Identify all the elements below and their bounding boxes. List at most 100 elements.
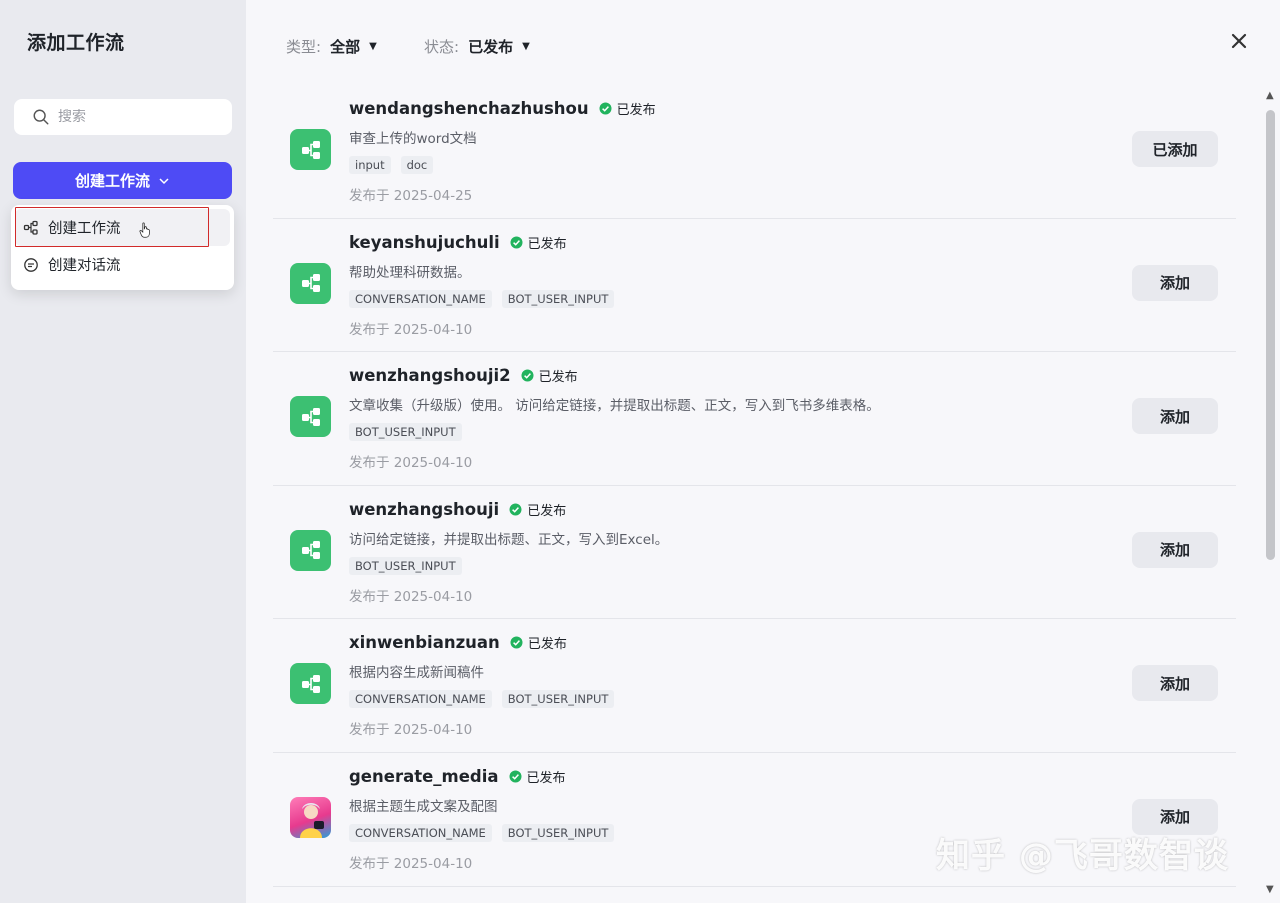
watermark: 知乎 @飞哥数智谈	[936, 836, 1229, 876]
status-badge: 已发布	[509, 767, 566, 786]
add-button[interactable]: 已添加	[1132, 131, 1218, 167]
workflow-description: 帮助处理科研数据。	[349, 264, 471, 281]
workflow-icon	[290, 262, 331, 304]
workflow-name-line: wenzhangshouji2 已发布	[349, 366, 578, 385]
workflow-name: xinwenbianzuan	[349, 633, 500, 653]
param-tags: input doc	[349, 156, 434, 174]
workflow-name-line: wenzhangshouji 已发布	[349, 500, 566, 519]
status-badge: 已发布	[509, 500, 566, 519]
caret-down-icon: ▼	[522, 41, 530, 52]
check-circle-icon	[510, 236, 523, 249]
publish-date: 发布于 2025-04-10	[349, 321, 473, 338]
workflow-name-line: generate_media 已发布	[349, 767, 566, 786]
create-workflow-button[interactable]: 创建工作流	[13, 162, 232, 199]
workflow-name: wenzhangshouji2	[349, 366, 511, 386]
publish-date: 发布于 2025-04-10	[349, 855, 473, 872]
scrollbar-thumb[interactable]	[1266, 110, 1275, 560]
publish-date: 发布于 2025-04-10	[349, 455, 473, 472]
workflow-row[interactable]: xinwenbianzuan 已发布 根据内容生成新闻稿件 CONVERSATI…	[273, 619, 1236, 753]
check-circle-icon	[521, 369, 534, 382]
status-text: 已发布	[527, 637, 567, 653]
dialog-title: 添加工作流	[27, 32, 125, 54]
param-tags: CONVERSATION_NAME BOT_USER_INPUT	[349, 823, 615, 842]
param-tag: BOT_USER_INPUT	[501, 690, 615, 709]
param-tag: BOT_USER_INPUT	[501, 289, 615, 308]
workflow-name: keyanshujuchuli	[349, 232, 500, 252]
workflow-name-line: xinwenbianzuan 已发布	[349, 633, 567, 652]
add-button[interactable]: 添加	[1132, 665, 1218, 702]
workflow-description: 审查上传的word文档	[349, 131, 477, 147]
workflow-name: wendangshenchazhushou	[349, 99, 589, 118]
param-tag: CONVERSATION_NAME	[349, 289, 492, 308]
workflow-list: wendangshenchazhushou 已发布 审查上传的word文档 in…	[273, 85, 1236, 887]
param-tag: doc	[400, 156, 434, 174]
workflow-row[interactable]: wenzhangshouji2 已发布 文章收集（升级版）使用。 访问给定链接，…	[273, 352, 1236, 486]
check-circle-icon	[510, 636, 523, 649]
workflow-icon	[290, 529, 331, 571]
type-filter-label: 类型:	[286, 38, 322, 56]
status-filter[interactable]: 状态: 已发布 ▼	[424, 36, 530, 57]
status-text: 已发布	[538, 370, 578, 386]
publish-date: 发布于 2025-04-10	[349, 588, 473, 605]
scroll-up-arrow[interactable]: ▲	[1266, 90, 1274, 101]
workflow-name: wenzhangshouji	[349, 499, 500, 519]
status-text: 已发布	[527, 236, 567, 252]
workflow-description: 根据主题生成文案及配图	[349, 798, 498, 815]
menu-item-create-chatflow[interactable]: 创建对话流	[15, 246, 230, 283]
status-badge: 已发布	[510, 233, 567, 252]
status-text: 已发布	[616, 103, 656, 118]
add-button[interactable]: 添加	[1132, 264, 1218, 301]
param-tag: BOT_USER_INPUT	[501, 823, 615, 842]
param-tags: BOT_USER_INPUT	[349, 423, 462, 442]
type-filter-value: 全部	[330, 38, 361, 56]
menu-item-create-workflow[interactable]: 创建工作流	[15, 207, 230, 247]
workflow-name: generate_media	[349, 766, 499, 786]
sidebar: 添加工作流 创建工作流 创建工作流 创建对话流	[0, 0, 246, 903]
search-input[interactable]	[58, 109, 218, 125]
add-button[interactable]: 添加	[1132, 398, 1218, 435]
status-badge: 已发布	[510, 633, 567, 652]
param-tag: CONVERSATION_NAME	[349, 690, 492, 709]
create-dropdown-menu: 创建工作流 创建对话流	[11, 205, 234, 290]
workflow-icon	[290, 129, 331, 170]
workflow-row[interactable]: wendangshenchazhushou 已发布 审查上传的word文档 in…	[273, 85, 1236, 219]
workflow-icon	[290, 396, 331, 438]
chevron-down-icon	[159, 177, 169, 184]
workflow-row[interactable]: wenzhangshouji 已发布 访问给定链接，并提取出标题、正文，写入到E…	[273, 486, 1236, 620]
check-circle-icon	[599, 102, 612, 115]
status-filter-value: 已发布	[468, 38, 514, 56]
workflow-description: 根据内容生成新闻稿件	[349, 665, 484, 682]
status-filter-label: 状态:	[424, 38, 460, 56]
workflow-name-line: wendangshenchazhushou 已发布	[349, 99, 656, 118]
search-icon	[33, 109, 49, 125]
workflow-description: 访问给定链接，并提取出标题、正文，写入到Excel。	[349, 531, 669, 548]
search-box[interactable]	[14, 99, 232, 135]
close-icon[interactable]	[1228, 30, 1250, 52]
publish-date: 发布于 2025-04-10	[349, 722, 473, 739]
param-tags: BOT_USER_INPUT	[349, 556, 462, 575]
chat-icon	[24, 257, 38, 272]
param-tag: input	[349, 156, 391, 174]
workflow-row[interactable]: keyanshujuchuli 已发布 帮助处理科研数据。 CONVERSATI…	[273, 219, 1236, 353]
scroll-down-arrow[interactable]: ▼	[1266, 884, 1274, 895]
menu-item-label: 创建对话流	[48, 258, 121, 274]
menu-item-label: 创建工作流	[48, 221, 121, 237]
type-filter[interactable]: 类型: 全部 ▼	[286, 36, 377, 57]
status-text: 已发布	[527, 503, 567, 519]
param-tag: BOT_USER_INPUT	[349, 556, 462, 575]
param-tag: CONVERSATION_NAME	[349, 823, 492, 842]
workflow-icon	[23, 220, 38, 235]
workflow-description: 文章收集（升级版）使用。 访问给定链接，并提取出标题、正文，写入到飞书多维表格。	[349, 398, 880, 415]
param-tag: BOT_USER_INPUT	[349, 423, 462, 442]
add-button[interactable]: 添加	[1132, 531, 1218, 568]
param-tags: CONVERSATION_NAME BOT_USER_INPUT	[349, 690, 615, 709]
status-badge: 已发布	[599, 99, 656, 118]
status-text: 已发布	[526, 770, 566, 786]
publish-date: 发布于 2025-04-25	[349, 188, 473, 204]
workflow-name-line: keyanshujuchuli 已发布	[349, 233, 567, 252]
status-badge: 已发布	[521, 366, 578, 385]
avatar	[290, 796, 331, 838]
check-circle-icon	[509, 503, 522, 516]
workflow-icon	[290, 663, 331, 705]
param-tags: CONVERSATION_NAME BOT_USER_INPUT	[349, 289, 615, 308]
